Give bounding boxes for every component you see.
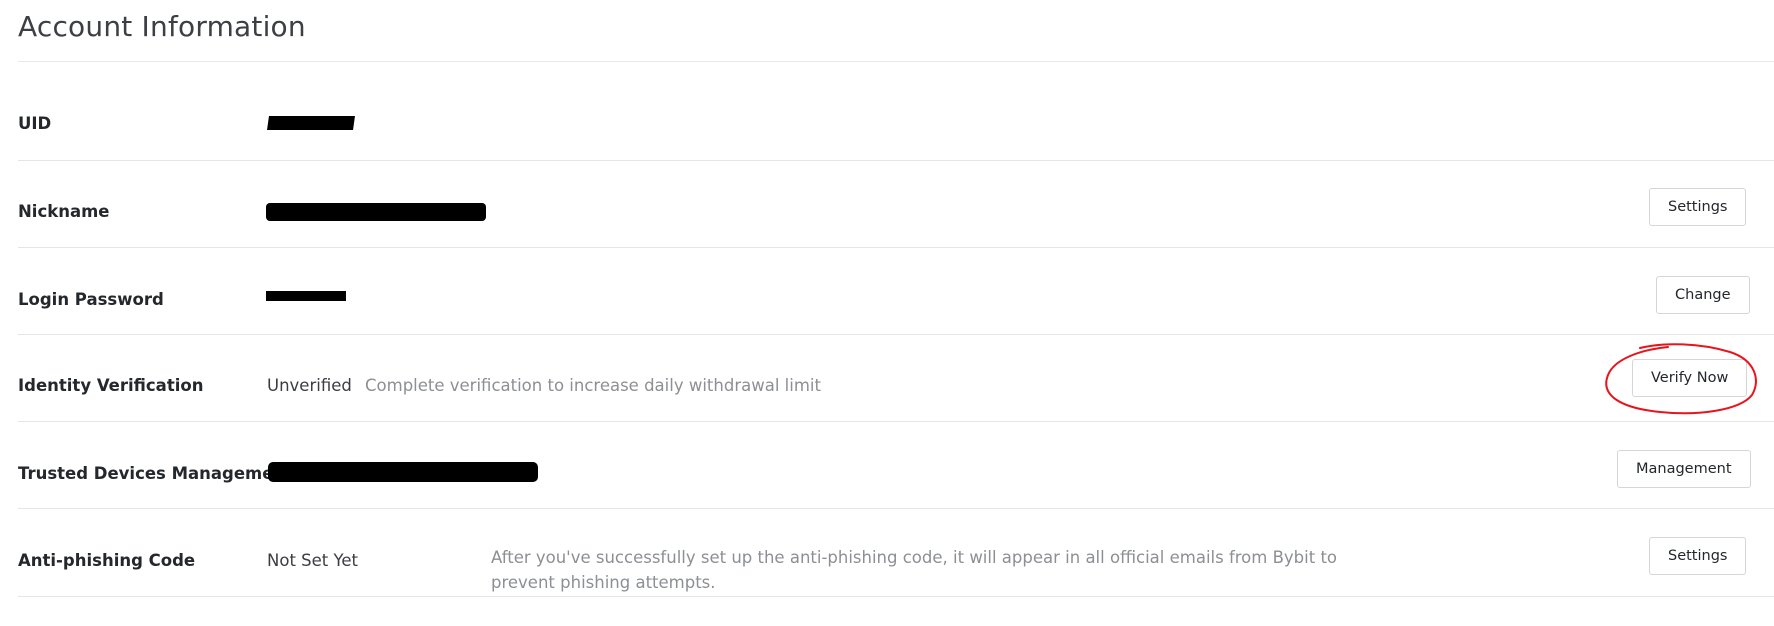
verify-now-button[interactable]: Verify Now xyxy=(1632,359,1748,397)
identity-status: Unverified xyxy=(267,376,352,395)
management-button[interactable]: Management xyxy=(1617,450,1751,488)
antiphishing-settings-button[interactable]: Settings xyxy=(1649,537,1747,575)
uid-label: UID xyxy=(18,114,52,133)
antiphishing-status: Not Set Yet xyxy=(267,551,358,570)
nickname-label: Nickname xyxy=(18,202,110,221)
devices-redaction xyxy=(268,462,538,482)
devices-label: Trusted Devices Management xyxy=(18,464,294,483)
nickname-row: Nickname Settings xyxy=(18,161,1774,248)
change-password-button[interactable]: Change xyxy=(1656,276,1750,314)
antiphishing-row: Anti-phishing Code Not Set Yet After you… xyxy=(18,509,1774,597)
password-row: Login Password Change xyxy=(18,248,1774,335)
identity-row: Identity Verification Unverified Complet… xyxy=(18,335,1774,422)
devices-row: Trusted Devices Management Management xyxy=(18,422,1774,509)
antiphishing-description: After you've successfully set up the ant… xyxy=(491,548,1338,592)
identity-label: Identity Verification xyxy=(18,376,204,395)
password-redaction xyxy=(266,291,346,301)
uid-redaction xyxy=(267,116,355,130)
page-title: Account Information xyxy=(18,10,306,43)
identity-description: Complete verification to increase daily … xyxy=(365,376,821,395)
antiphishing-label: Anti-phishing Code xyxy=(18,551,196,570)
nickname-settings-button[interactable]: Settings xyxy=(1649,188,1747,226)
nickname-redaction xyxy=(266,203,486,221)
password-label: Login Password xyxy=(18,290,164,309)
uid-row: UID xyxy=(18,62,1774,161)
